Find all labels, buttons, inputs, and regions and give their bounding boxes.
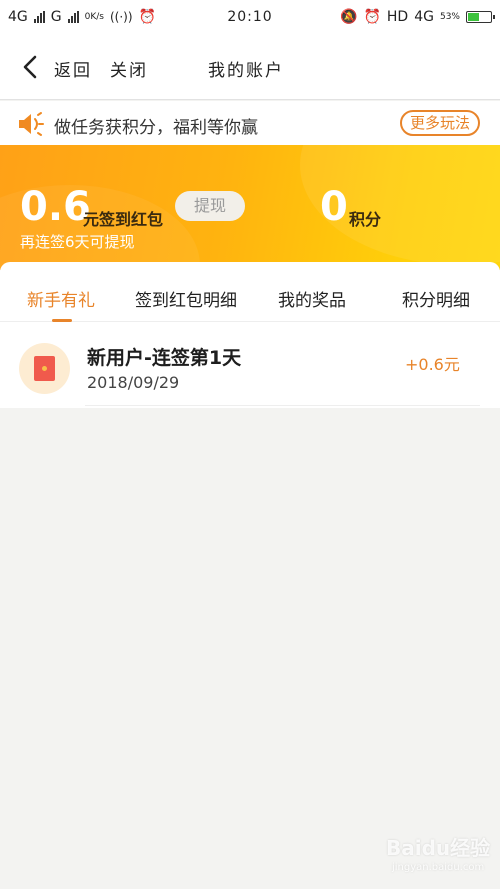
red-packet-label: 元签到红包 [83,210,164,229]
status-bar: 4G G 0K/s ((·)) ⏰ 20:10 🔕 ⏰ HD 4G 53% [0,0,500,34]
status-right: 🔕 ⏰ HD 4G 53% [340,9,495,25]
chevron-left-icon [23,55,37,79]
battery-percent: 53% [439,12,460,22]
status-left: 4G G 0K/s ((·)) ⏰ [8,9,340,25]
tab-points-detail[interactable]: 积分明细 [402,286,470,311]
network-type-1: 4G [8,9,28,25]
withdraw-button[interactable]: 提现 [175,191,245,221]
withdraw-hint: 再连签6天可提现 [20,233,135,251]
alarm-icon-right: ⏰ [363,9,381,25]
close-button[interactable]: 关闭 [110,56,148,81]
battery-icon [466,11,495,23]
watermark: Baidu经验 [386,836,491,860]
points-value: 0 [320,184,348,230]
red-packet-amount: 0.6 [20,184,91,230]
record-amount: +0.6元 [405,355,460,374]
divider [85,405,480,406]
active-tab-indicator [52,319,72,322]
content-card: 新手有礼 签到红包明细 我的奖品 积分明细 新用户-连签第1天 2018/09/… [0,262,500,408]
signal-icon [33,11,45,23]
record-date: 2018/09/29 [87,373,180,392]
page-title: 我的账户 [208,61,284,81]
network-speed: 0K/s [84,12,104,22]
mute-icon: 🔕 [340,9,358,25]
network-type-3: 4G [414,9,434,25]
list-item[interactable]: 新用户-连签第1天 2018/09/29 +0.6元 [0,323,500,407]
nav-bar: 返回 关闭 我的账户 [0,34,500,100]
red-envelope-icon [19,343,70,394]
back-label[interactable]: 返回 [54,56,92,81]
network-type-2: G [50,9,62,25]
speaker-icon [19,112,44,136]
back-button[interactable] [18,54,44,80]
more-ways-button[interactable]: 更多玩法 [400,110,480,136]
tab-bar: 新手有礼 签到红包明细 我的奖品 积分明细 [0,262,500,322]
record-title: 新用户-连签第1天 [87,347,242,369]
signal-icon-2 [67,11,79,23]
battery-fill [468,13,480,21]
tab-my-prizes[interactable]: 我的奖品 [278,286,346,311]
hotspot-icon: ((·)) [109,10,133,24]
watermark-sub: jingyan.baidu.com [392,862,485,873]
tab-red-packet-detail[interactable]: 签到红包明细 [135,286,237,311]
envelope-shape [34,356,55,381]
account-banner: 0.6 元签到红包 提现 再连签6天可提现 0 积分 [0,145,500,270]
notice-text: 做任务获积分，福利等你赢 [54,118,258,138]
alarm-icon: ⏰ [138,9,156,25]
tab-newbie-gift[interactable]: 新手有礼 [27,286,95,311]
hd-label: HD [386,9,409,25]
points-label: 积分 [349,210,382,229]
